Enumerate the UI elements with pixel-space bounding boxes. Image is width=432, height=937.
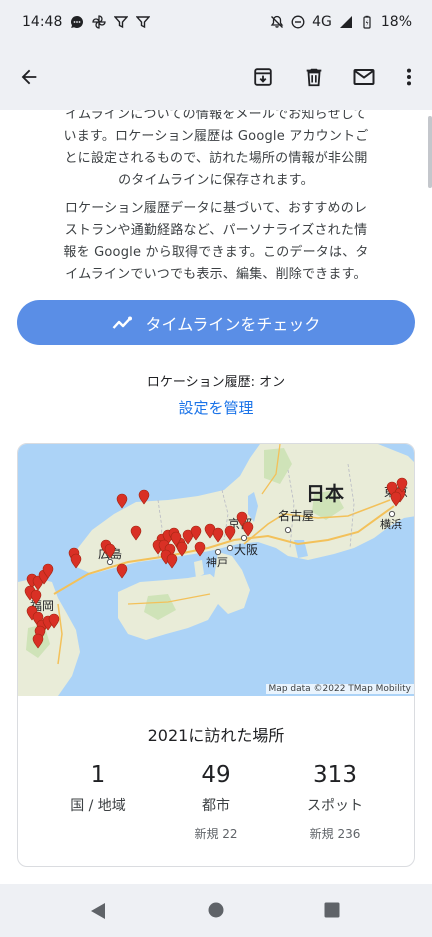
pinwheel-icon	[92, 15, 107, 29]
stat-countries-value: 1	[90, 762, 106, 788]
message-icon	[71, 16, 84, 28]
nav-recents-icon	[324, 902, 340, 918]
timeline-trend-icon	[112, 316, 132, 329]
mail-icon	[353, 69, 375, 85]
map-label-yokohama: 横浜	[380, 517, 402, 531]
stat-spots-value: 313	[313, 762, 357, 788]
visited-places-card: 日本 東京 横浜 名古屋 京都 大阪 神戸 広島 福岡 Map data ©20…	[17, 443, 415, 867]
city-dot-yokohama	[388, 510, 396, 518]
visit-pin	[116, 493, 128, 509]
timeline-map[interactable]: 日本 東京 横浜 名古屋 京都 大阪 神戸 広島 福岡 Map data ©20…	[18, 444, 414, 696]
stat-cities: 49 都市 新規 22	[150, 760, 282, 842]
nav-home-icon	[208, 902, 224, 918]
map-attribution: Map data ©2022 TMap Mobility	[265, 684, 414, 694]
delete-icon	[306, 68, 322, 87]
city-dot-kobe	[214, 548, 222, 556]
nav-back-icon	[91, 903, 105, 919]
stat-cities-value: 49	[201, 762, 231, 788]
archive-icon	[254, 68, 272, 86]
more-vert-icon	[406, 68, 412, 86]
do-not-disturb-icon	[291, 15, 305, 29]
more-options-button[interactable]	[393, 61, 425, 93]
funnel-icon	[136, 16, 151, 29]
stat-spots-new: 新規 236	[309, 827, 361, 841]
stat-cities-new: 新規 22	[194, 827, 238, 841]
stat-countries: 1 国 / 地域	[32, 760, 164, 816]
email-body[interactable]: イムラインについての情報をメールでお知らせして います。ロケーション履歴は Go…	[0, 110, 432, 884]
mark-unread-button[interactable]	[348, 61, 380, 93]
visit-pin	[194, 541, 206, 557]
navigation-bar	[0, 884, 432, 937]
map-label-kobe: 神戸	[206, 555, 228, 569]
description-paragraph: ロケーション履歴データに基づいて、おすすめのレ ストランや通勤経路など、パーソナ…	[63, 201, 369, 282]
scrollbar[interactable]	[428, 116, 432, 188]
intro-paragraph: イムラインについての情報をメールでお知らせして います。ロケーション履歴は Go…	[63, 110, 369, 188]
funnel-icon	[114, 16, 129, 29]
stat-spots: 313 スポット 新規 236	[269, 760, 401, 842]
stat-countries-label: 国 / 地域	[70, 798, 126, 814]
map-label-nagoya: 名古屋	[278, 508, 314, 523]
notifications-off-icon	[270, 15, 284, 28]
stat-cities-label: 都市	[202, 798, 230, 814]
nav-home-button[interactable]	[208, 902, 224, 922]
status-time: 14:48	[22, 14, 63, 30]
back-button[interactable]	[13, 61, 45, 93]
battery-icon	[363, 15, 371, 29]
map-label-osaka: 大阪	[234, 543, 258, 557]
check-timeline-label: タイムラインをチェック	[145, 314, 321, 334]
nav-back-button[interactable]	[90, 902, 106, 924]
city-dot-nagoya	[284, 526, 292, 534]
visit-pin	[166, 553, 178, 569]
app-bar	[0, 44, 432, 110]
stat-spots-label: スポット	[307, 798, 363, 814]
japan-map: 日本 東京 横浜 名古屋 京都 大阪 神戸 広島 福岡	[18, 444, 414, 696]
signal-icon	[339, 16, 352, 28]
map-label-country: 日本	[306, 482, 344, 505]
network-type: 4G	[312, 14, 332, 30]
visited-places-title: 2021に訪れた場所	[147, 726, 285, 745]
city-dot-osaka	[226, 544, 234, 552]
location-history-status: ロケーション履歴: オン	[146, 375, 286, 390]
battery-percent: 18%	[380, 14, 412, 30]
visit-pin	[116, 563, 128, 579]
awaji-island	[194, 560, 204, 578]
manage-settings-link[interactable]: 設定を管理	[0, 397, 432, 418]
archive-button[interactable]	[247, 61, 279, 93]
city-dot-kyoto	[240, 534, 248, 542]
delete-button[interactable]	[298, 61, 330, 93]
status-bar: 14:48 4G 18%	[0, 0, 432, 44]
nav-recents-button[interactable]	[324, 902, 340, 922]
back-arrow-icon	[21, 69, 37, 85]
check-timeline-button[interactable]: タイムラインをチェック	[17, 300, 415, 345]
